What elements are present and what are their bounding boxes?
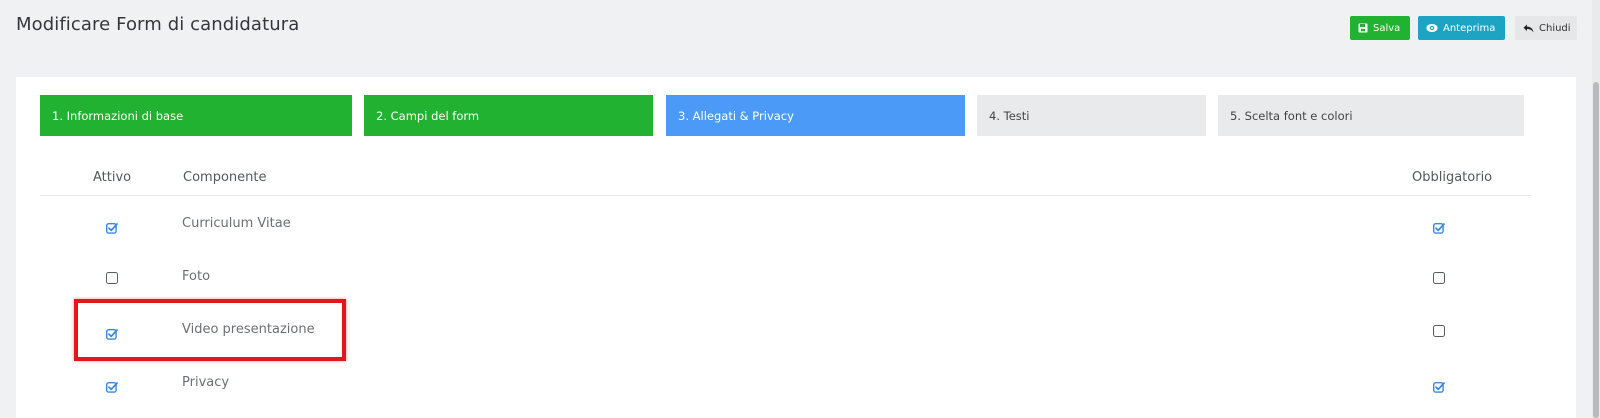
step-number: 2. [376,108,387,123]
step-number: 3. [678,108,689,123]
step-label: Allegati & Privacy [692,108,794,123]
table-row: Curriculum Vitae [40,203,1532,253]
active-checkbox[interactable] [106,272,118,284]
eye-icon [1426,24,1438,32]
preview-button-label: Anteprima [1443,22,1496,34]
component-label: Foto [182,269,211,284]
page-title: Modificare Form di candidatura [16,14,300,35]
preview-button[interactable]: Anteprima [1418,16,1505,40]
step-number: 4. [989,108,1000,123]
component-label: Curriculum Vitae [182,216,291,231]
checkbox-checked-icon [105,382,118,393]
step-basic-info[interactable]: 1. Informazioni di base [40,95,352,136]
step-number: 1. [52,108,63,123]
checkbox-checked-icon [1432,223,1445,234]
reply-arrow-icon [1523,24,1534,32]
column-header-component: Componente [183,170,267,185]
highlight-box [74,299,346,361]
step-label: Campi del form [390,108,480,123]
active-checkbox[interactable] [105,219,118,234]
page-header: Modificare Form di candidatura Salva Ant… [0,0,1600,60]
checkbox-empty-icon [1433,325,1445,337]
column-header-active: Attivo [93,170,132,185]
vertical-scrollbar[interactable] [1592,0,1600,418]
checkbox-empty-icon [1433,272,1445,284]
wizard-steps: 1. Informazioni di base 2. Campi del for… [40,95,1556,136]
step-label: Informazioni di base [66,108,184,123]
column-header-required: Obbligatorio [1412,170,1493,185]
active-checkbox[interactable] [105,378,118,393]
scrollbar-thumb[interactable] [1593,82,1599,418]
required-checkbox[interactable] [1433,325,1445,337]
save-button[interactable]: Salva [1350,16,1410,40]
required-checkbox[interactable] [1432,378,1445,393]
step-font-colors[interactable]: 5. Scelta font e colori [1218,95,1524,136]
table-header: Attivo Componente Obbligatorio [40,167,1532,196]
step-attachments-privacy[interactable]: 3. Allegati & Privacy [666,95,965,136]
form-editor-card: 1. Informazioni di base 2. Campi del for… [16,77,1576,418]
close-button-label: Chiudi [1539,22,1571,34]
component-label: Privacy [182,375,230,390]
checkbox-checked-icon [105,223,118,234]
save-button-label: Salva [1373,22,1401,34]
step-number: 5. [1230,108,1241,123]
step-label: Scelta font e colori [1244,108,1353,123]
close-button[interactable]: Chiudi [1515,16,1577,40]
required-checkbox[interactable] [1433,272,1445,284]
checkbox-empty-icon [106,272,118,284]
checkbox-checked-icon [1432,382,1445,393]
step-label: Testi [1003,108,1030,123]
table-row: Privacy [40,362,1532,412]
required-checkbox[interactable] [1432,219,1445,234]
floppy-disk-icon [1358,23,1368,33]
step-form-fields[interactable]: 2. Campi del form [364,95,653,136]
step-texts[interactable]: 4. Testi [977,95,1206,136]
